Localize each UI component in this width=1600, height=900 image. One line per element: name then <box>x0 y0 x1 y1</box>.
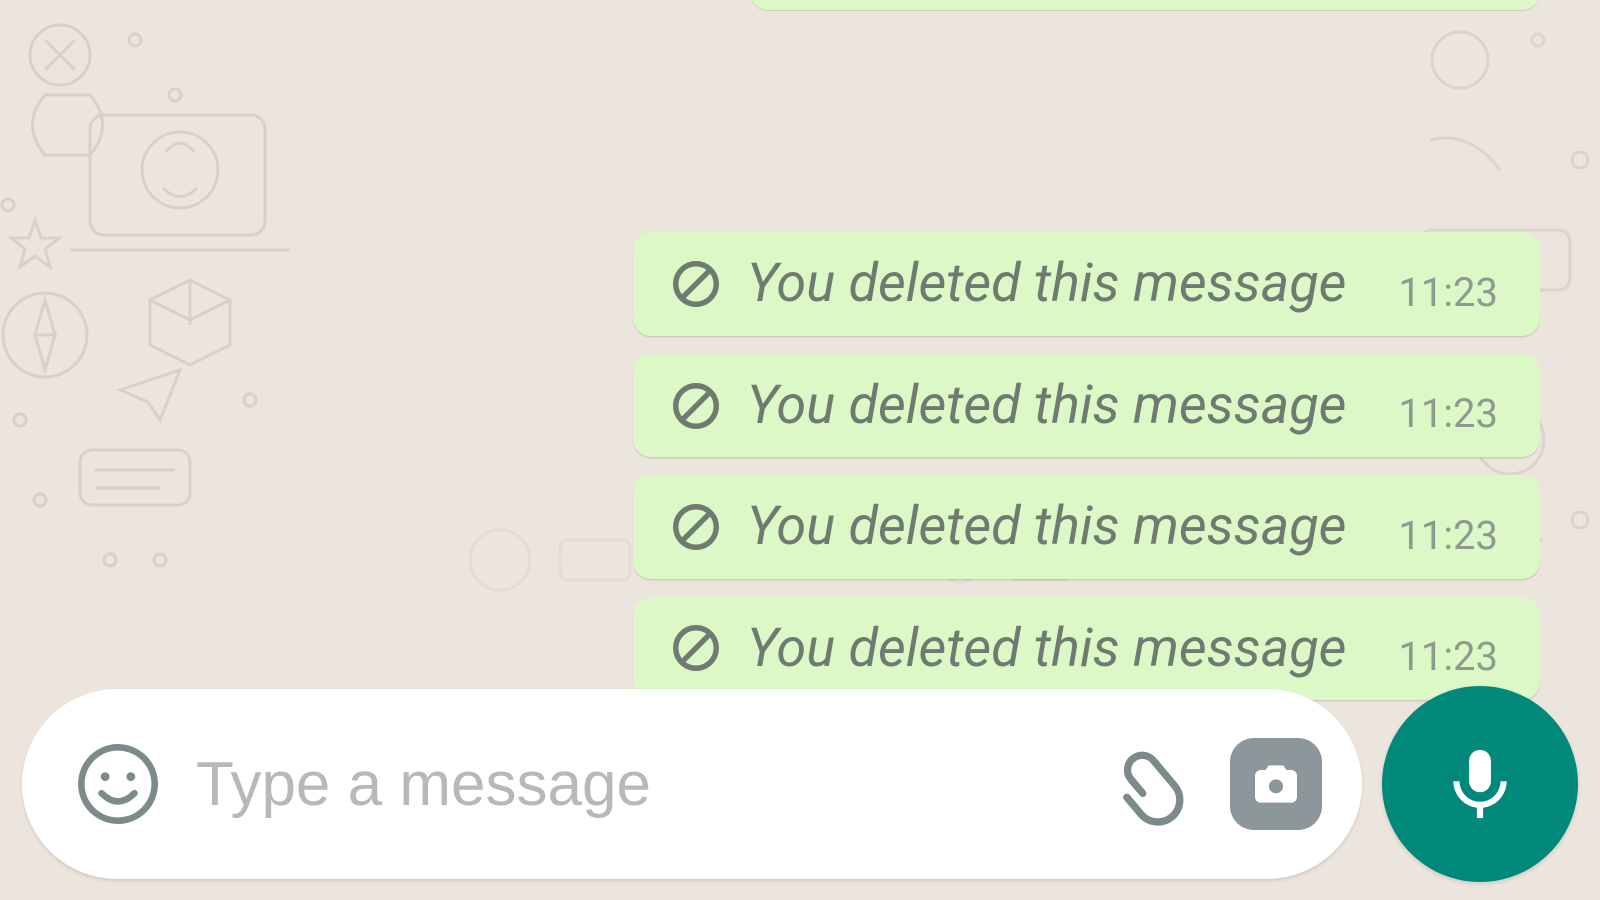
prohibit-icon <box>669 257 723 311</box>
message-timestamp: 11:23 <box>1398 512 1498 559</box>
deleted-message-text: You deleted this message <box>747 497 1347 556</box>
message-bubble[interactable]: You deleted this message 11:23 <box>633 232 1540 335</box>
deleted-message-text: You deleted this message <box>747 254 1347 313</box>
prohibit-icon <box>669 379 723 433</box>
message-bubble[interactable]: You deleted this message 11:23 <box>633 354 1540 457</box>
prohibit-icon <box>669 500 723 554</box>
prohibit-icon <box>669 621 723 675</box>
message-bubble[interactable]: You deleted this message 11:23 <box>633 597 1540 700</box>
attach-icon[interactable] <box>1110 740 1198 828</box>
deleted-message-text: You deleted this message <box>747 376 1347 435</box>
message-timestamp: 11:23 <box>1398 633 1498 680</box>
message-timestamp: 11:23 <box>1398 269 1498 316</box>
composer-bar <box>22 686 1578 882</box>
mic-button[interactable] <box>1382 686 1578 882</box>
emoji-icon[interactable] <box>74 740 162 828</box>
message-list: You deleted this message 11:23 You delet… <box>0 232 1600 730</box>
message-input-container <box>22 689 1362 879</box>
camera-icon[interactable] <box>1230 738 1322 830</box>
message-timestamp: 11:23 <box>1398 390 1498 437</box>
message-input[interactable] <box>194 748 1078 821</box>
deleted-message-text: You deleted this message <box>747 619 1347 678</box>
message-bubble-cutoff <box>750 0 1540 10</box>
message-bubble[interactable]: You deleted this message 11:23 <box>633 475 1540 578</box>
